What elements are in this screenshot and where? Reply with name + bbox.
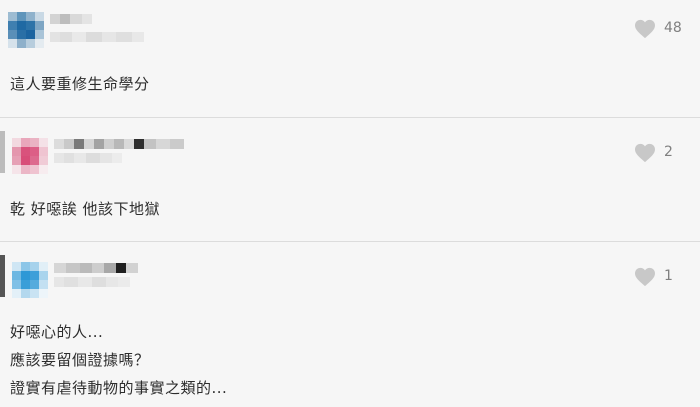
username-blurred[interactable]: [50, 14, 92, 24]
comment-line: 乾 好噁誒 他該下地獄: [10, 200, 161, 218]
accent-bar: [0, 255, 5, 297]
like-count: 48: [664, 20, 682, 36]
comment-line: 證實有虐待動物的事實之類的...: [10, 379, 228, 397]
comment-item: 1 好噁心的人... 應該要留個證據嗎？ 證實有虐待動物的事實之類的...: [0, 241, 700, 407]
username-blurred[interactable]: [54, 263, 138, 273]
avatar[interactable]: [12, 262, 48, 298]
heart-icon: [635, 267, 655, 287]
meta-blurred: [54, 277, 130, 287]
accent-bar: [0, 131, 5, 173]
comment-line: 應該要留個證據嗎？: [10, 351, 150, 369]
like-button[interactable]: 1: [634, 267, 673, 287]
comment-text: 這人要重修生命學分: [10, 70, 150, 98]
meta-blurred: [50, 32, 144, 42]
like-count: 1: [664, 268, 673, 284]
avatar[interactable]: [8, 12, 44, 48]
comment-line: 好噁心的人...: [10, 323, 104, 341]
heart-icon: [635, 19, 655, 39]
like-button[interactable]: 2: [634, 143, 673, 163]
comment-text: 好噁心的人... 應該要留個證據嗎？ 證實有虐待動物的事實之類的...: [10, 318, 227, 402]
comment-item: 2 乾 好噁誒 他該下地獄: [0, 117, 700, 241]
like-count: 2: [664, 144, 673, 160]
comment-line: 這人要重修生命學分: [10, 75, 150, 93]
avatar[interactable]: [12, 138, 48, 174]
heart-icon: [635, 143, 655, 163]
meta-blurred: [54, 153, 122, 163]
comment-text: 乾 好噁誒 他該下地獄: [10, 195, 160, 223]
like-button[interactable]: 48: [634, 19, 682, 39]
username-blurred[interactable]: [54, 139, 184, 149]
comment-item: 48 這人要重修生命學分: [0, 0, 700, 117]
